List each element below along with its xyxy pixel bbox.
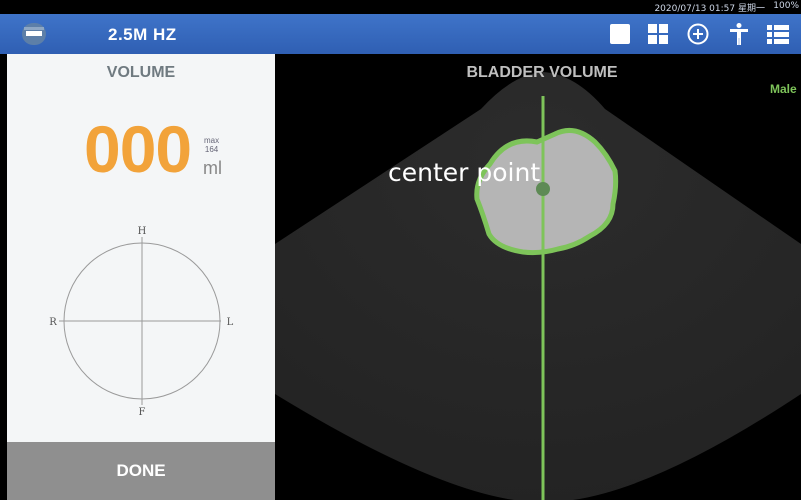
- ultrasound-scan-view[interactable]: [275, 54, 801, 500]
- orientation-left: L: [227, 317, 234, 328]
- status-bar: 2020/07/13 01:57 星期一 100%: [0, 0, 801, 14]
- volume-panel: VOLUME 000 max 164 ml H F R L DONE: [7, 54, 275, 500]
- center-point-label: center point: [388, 158, 541, 187]
- volume-value: 000: [84, 112, 192, 186]
- battery-level: 100%: [773, 1, 799, 11]
- volume-title: VOLUME: [106, 64, 176, 81]
- orientation-compass: H F R L: [49, 226, 234, 418]
- done-button[interactable]: DONE: [7, 442, 275, 500]
- orientation-foot: F: [139, 407, 146, 418]
- volume-max: max 164: [204, 136, 219, 154]
- orientation-head: H: [138, 226, 147, 237]
- probe-icon[interactable]: [20, 20, 48, 48]
- orientation-right: R: [49, 317, 57, 328]
- gender-label[interactable]: Male: [770, 82, 797, 96]
- quad-view-icon[interactable]: [646, 22, 670, 46]
- scan-title: BLADDER VOLUME: [466, 64, 618, 81]
- max-label: max: [204, 136, 220, 145]
- body-marker-icon[interactable]: [727, 22, 751, 46]
- menu-list-icon[interactable]: [766, 22, 790, 46]
- single-view-icon[interactable]: [608, 22, 632, 46]
- max-value: 164: [204, 145, 219, 154]
- volume-unit: ml: [203, 158, 222, 178]
- add-circle-icon[interactable]: [686, 22, 710, 46]
- top-toolbar: 2.5M HZ: [0, 14, 801, 54]
- frequency-label[interactable]: 2.5M HZ: [108, 25, 177, 45]
- scan-sector: [275, 72, 801, 500]
- status-datetime: 2020/07/13 01:57 星期一: [654, 4, 765, 14]
